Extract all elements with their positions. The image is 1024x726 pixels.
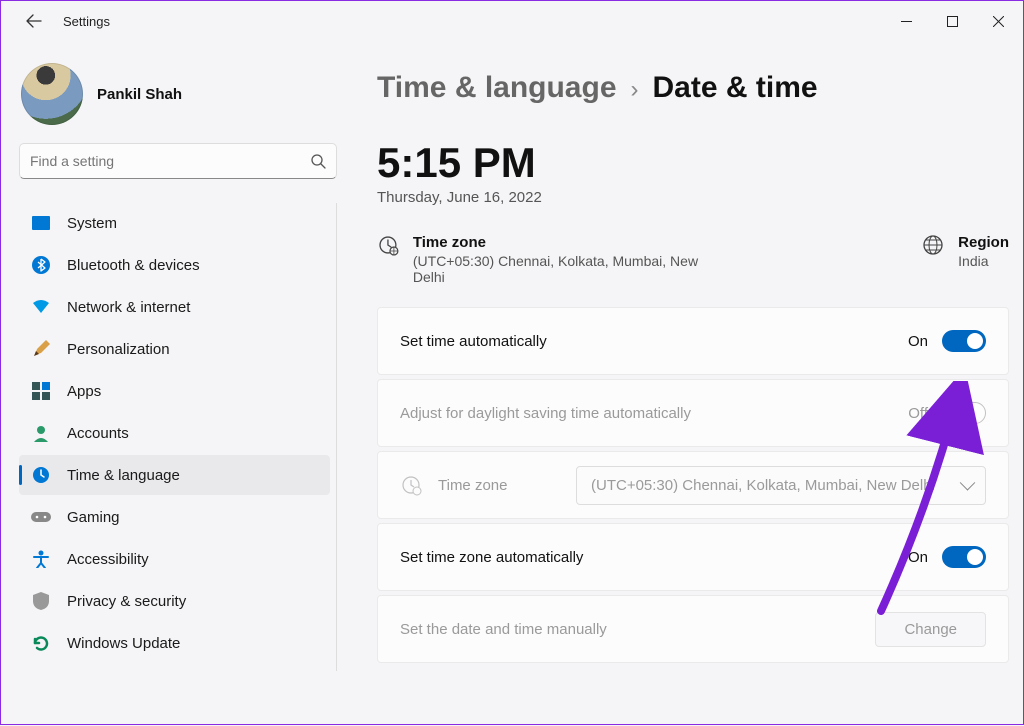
info-row: Time zone (UTC+05:30) Chennai, Kolkata, … [377, 234, 1009, 285]
titlebar: Settings [1, 1, 1023, 41]
breadcrumb: Time & language › Date & time [377, 71, 1009, 105]
sidebar-item-gaming[interactable]: Gaming [19, 497, 330, 537]
sidebar-item-time-language[interactable]: Time & language [19, 455, 330, 495]
sidebar-item-system[interactable]: System [19, 203, 330, 243]
sidebar-item-apps[interactable]: Apps [19, 371, 330, 411]
toggle-state: On [908, 549, 928, 566]
nav-list: System Bluetooth & devices Network & int… [19, 203, 337, 671]
setting-label: Set time zone automatically [400, 549, 583, 566]
timezone-label: Time zone [413, 234, 732, 251]
toggle-set-time-auto[interactable] [942, 330, 986, 352]
back-arrow-icon [26, 13, 42, 29]
sidebar-item-privacy[interactable]: Privacy & security [19, 581, 330, 621]
accessibility-icon [31, 549, 51, 569]
timezone-dropdown: (UTC+05:30) Chennai, Kolkata, Mumbai, Ne… [576, 466, 986, 505]
chevron-right-icon: › [631, 76, 639, 104]
sidebar-item-label: Apps [67, 383, 101, 400]
setting-label: Adjust for daylight saving time automati… [400, 405, 691, 422]
search-input[interactable] [30, 153, 310, 169]
apps-icon [31, 381, 51, 401]
region-info: Region India [922, 234, 1009, 285]
region-label: Region [958, 234, 1009, 251]
toggle-state: On [908, 333, 928, 350]
sidebar-item-label: Bluetooth & devices [67, 257, 200, 274]
profile[interactable]: Pankil Shah [19, 59, 337, 143]
sidebar-item-personalization[interactable]: Personalization [19, 329, 330, 369]
sidebar-item-label: Windows Update [67, 635, 180, 652]
sidebar-item-accessibility[interactable]: Accessibility [19, 539, 330, 579]
toggle-state: Off [908, 405, 928, 422]
timezone-value: (UTC+05:30) Chennai, Kolkata, Mumbai, Ne… [413, 253, 732, 285]
setting-dst-auto: Adjust for daylight saving time automati… [377, 379, 1009, 447]
toggle-dst-auto [942, 402, 986, 424]
main-content: Time & language › Date & time 5:15 PM Th… [337, 41, 1023, 726]
setting-label: Set time automatically [400, 333, 547, 350]
maximize-icon [947, 16, 958, 27]
minimize-icon [901, 16, 912, 27]
maximize-button[interactable] [929, 1, 975, 41]
gaming-icon [31, 507, 51, 527]
profile-name: Pankil Shah [97, 86, 182, 103]
timezone-icon [377, 234, 399, 256]
sidebar-item-label: System [67, 215, 117, 232]
sidebar-item-label: Privacy & security [67, 593, 186, 610]
breadcrumb-current: Date & time [653, 71, 818, 105]
breadcrumb-parent[interactable]: Time & language [377, 71, 617, 105]
sidebar-item-network[interactable]: Network & internet [19, 287, 330, 327]
toggle-set-tz-auto[interactable] [942, 546, 986, 568]
bluetooth-icon [31, 255, 51, 275]
update-icon [31, 633, 51, 653]
setting-set-time-auto: Set time automatically On [377, 307, 1009, 375]
time-language-icon [31, 465, 51, 485]
search-icon [310, 153, 326, 169]
timezone-icon [400, 474, 422, 496]
sidebar-item-label: Time & language [67, 467, 180, 484]
close-button[interactable] [975, 1, 1021, 41]
change-button: Change [875, 612, 986, 647]
sidebar-item-label: Accounts [67, 425, 129, 442]
current-time: 5:15 PM [377, 139, 1009, 187]
setting-set-manual: Set the date and time manually Change [377, 595, 1009, 663]
setting-set-tz-auto: Set time zone automatically On [377, 523, 1009, 591]
wifi-icon [31, 297, 51, 317]
search-box[interactable] [19, 143, 337, 179]
accounts-icon [31, 423, 51, 443]
setting-timezone-select: Time zone (UTC+05:30) Chennai, Kolkata, … [377, 451, 1009, 519]
setting-label: Time zone [438, 477, 507, 494]
sidebar-item-label: Personalization [67, 341, 170, 358]
avatar [21, 63, 83, 125]
region-icon [922, 234, 944, 256]
window-title: Settings [63, 14, 110, 29]
close-icon [993, 16, 1004, 27]
sidebar-item-bluetooth[interactable]: Bluetooth & devices [19, 245, 330, 285]
region-value: India [958, 253, 1009, 269]
personalization-icon [31, 339, 51, 359]
minimize-button[interactable] [883, 1, 929, 41]
current-date: Thursday, June 16, 2022 [377, 189, 1009, 206]
sidebar-item-accounts[interactable]: Accounts [19, 413, 330, 453]
back-button[interactable] [19, 6, 49, 36]
sidebar-item-update[interactable]: Windows Update [19, 623, 330, 663]
privacy-icon [31, 591, 51, 611]
sidebar-item-label: Accessibility [67, 551, 149, 568]
system-icon [31, 213, 51, 233]
setting-label: Set the date and time manually [400, 621, 607, 638]
sidebar-item-label: Network & internet [67, 299, 190, 316]
sidebar: Pankil Shah System Bluetooth & devices N… [1, 41, 337, 726]
timezone-info: Time zone (UTC+05:30) Chennai, Kolkata, … [377, 234, 732, 285]
sidebar-item-label: Gaming [67, 509, 120, 526]
window-controls [883, 1, 1021, 41]
